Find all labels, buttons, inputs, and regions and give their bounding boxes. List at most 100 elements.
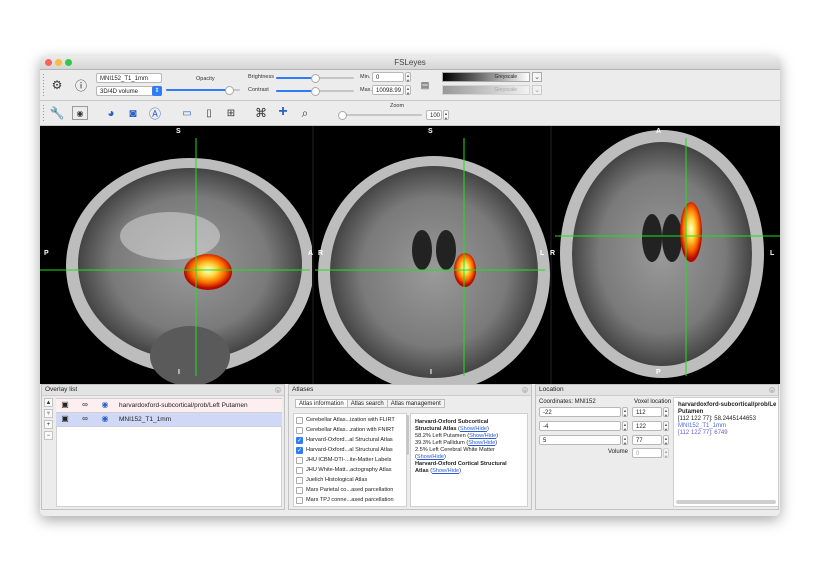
- world-x-stepper[interactable]: ▲ ▼: [622, 407, 628, 418]
- info-icon[interactable]: ⓘ: [72, 76, 90, 94]
- ortho-canvas[interactable]: [40, 126, 780, 384]
- grid-layout-icon[interactable]: ⊞: [222, 104, 240, 122]
- horizontal-layout-icon[interactable]: ▭: [178, 104, 196, 122]
- atlas-list-item[interactable]: ✓ Harvard-Oxford...al Structural Atlas: [296, 446, 404, 456]
- min-stepper[interactable]: ▲ ▼: [405, 72, 411, 83]
- volume-stepper[interactable]: ▲ ▼: [663, 448, 669, 459]
- brightness-slider[interactable]: [276, 74, 354, 83]
- tab-atlas-information[interactable]: Atlas information: [295, 399, 348, 408]
- camera-icon[interactable]: ◉: [72, 106, 88, 120]
- visibility-eye-icon[interactable]: ◉: [100, 414, 110, 424]
- world-y-stepper[interactable]: ▲ ▼: [622, 421, 628, 432]
- coronal-view-icon[interactable]: ◙: [124, 104, 142, 122]
- display-type-dropdown-icon[interactable]: ⇕: [152, 86, 162, 96]
- max-stepper[interactable]: ▲ ▼: [405, 85, 411, 96]
- save-icon[interactable]: ▣: [60, 400, 70, 410]
- axial-slice[interactable]: [560, 130, 764, 378]
- contrast-slider[interactable]: [276, 87, 354, 96]
- voxel-z-field[interactable]: 77: [632, 435, 662, 445]
- atlas-list-item[interactable]: JHU White-Matt...actography Atlas: [296, 466, 404, 476]
- atlas-checkbox[interactable]: [296, 477, 303, 484]
- atlas-list-item[interactable]: Mars Parietal co...ased parcellation: [296, 486, 404, 496]
- world-z-field[interactable]: 5: [539, 435, 621, 445]
- atlas-checkbox-checked[interactable]: ✓: [296, 437, 303, 444]
- overlay-name-field[interactable]: MNI152_T1_1mm: [96, 73, 162, 83]
- atlas-checkbox[interactable]: [296, 467, 303, 474]
- atlas-list-item[interactable]: Mars TPJ conne...ased parcellation: [296, 496, 404, 506]
- world-z-stepper[interactable]: ▲ ▼: [622, 435, 628, 446]
- opacity-slider[interactable]: [166, 86, 240, 95]
- move-up-button[interactable]: ▲: [44, 398, 53, 407]
- voxel-y-field[interactable]: 122: [632, 421, 662, 431]
- move-down-button[interactable]: ▼: [44, 409, 53, 418]
- contrast-label: Contrast: [248, 87, 269, 93]
- visibility-eye-icon[interactable]: ◉: [100, 400, 110, 410]
- atlas-list-item[interactable]: Cerebellar Atlas...ization with FLIRT: [296, 416, 404, 426]
- close-atlases-button[interactable]: ×: [522, 387, 528, 393]
- link-icon[interactable]: ∞: [80, 400, 90, 410]
- voxel-z-stepper[interactable]: ▲ ▼: [663, 435, 669, 446]
- ortho-viewer[interactable]: S I P A S I R L A P R L: [40, 126, 780, 384]
- toggle-cursor-icon[interactable]: +: [274, 103, 292, 121]
- toolbar-grip[interactable]: [42, 73, 45, 97]
- overlay-list-item-selected[interactable]: ▣ ∞ ◉ MNI152_T1_1mm: [56, 413, 282, 427]
- invert-range-icon[interactable]: ▤: [416, 76, 434, 94]
- zoom-slider-knob[interactable]: [338, 111, 347, 120]
- show-hide-link[interactable]: Show/Hide: [432, 468, 459, 474]
- link-icon[interactable]: ∞: [80, 414, 90, 424]
- voxel-y-stepper[interactable]: ▲ ▼: [663, 421, 669, 432]
- show-hide-link[interactable]: Show/Hide: [469, 433, 496, 439]
- contrast-slider-knob[interactable]: [311, 87, 320, 96]
- atlas-checkbox[interactable]: [296, 417, 303, 424]
- vertical-layout-icon[interactable]: ▯: [200, 104, 218, 122]
- reset-display-icon[interactable]: ⌘: [252, 104, 270, 122]
- world-y-field[interactable]: -4: [539, 421, 621, 431]
- atlas-list-item[interactable]: Cerebellar Atlas...zation with FNIRT: [296, 426, 404, 436]
- zoom-field[interactable]: 100: [426, 110, 442, 120]
- toolbar-grip[interactable]: [42, 104, 45, 122]
- negative-colormap-select[interactable]: Greyscale: [442, 85, 530, 95]
- volume-field[interactable]: 0: [632, 448, 662, 458]
- zoom-stepper[interactable]: ▲ ▼: [443, 110, 449, 121]
- sagittal-slice[interactable]: [66, 158, 314, 384]
- atlas-checkbox[interactable]: [296, 487, 303, 494]
- add-overlay-button[interactable]: +: [44, 420, 53, 429]
- save-icon[interactable]: ▣: [60, 414, 70, 424]
- atlas-list-item[interactable]: ✓ Harvard-Oxford...al Structural Atlas: [296, 436, 404, 446]
- negative-colormap-dropdown-icon[interactable]: ⌄: [532, 85, 542, 95]
- brightness-slider-knob[interactable]: [311, 74, 320, 83]
- axial-view-icon[interactable]: Ⓐ: [146, 104, 164, 122]
- atlas-label: Juelich Histological Atlas: [306, 477, 368, 483]
- atlas-list-item[interactable]: JHU ICBM-DTI-...ite-Matter Labels: [296, 456, 404, 466]
- colormap-dropdown-icon[interactable]: ⌄: [532, 72, 542, 82]
- show-hide-link[interactable]: Show/Hide: [460, 426, 487, 432]
- voxel-x-field[interactable]: 112: [632, 407, 662, 417]
- atlas-list-item[interactable]: Juelich Histological Atlas: [296, 476, 404, 486]
- atlas-info-title-line: Structural Atlas (Show/Hide): [415, 426, 489, 432]
- show-hide-link[interactable]: Show/Hide: [417, 454, 444, 460]
- atlas-checkbox[interactable]: [296, 427, 303, 434]
- world-x-field[interactable]: -22: [539, 407, 621, 417]
- wrench-icon[interactable]: 🔧: [48, 104, 66, 122]
- location-info-scrollbar[interactable]: [676, 500, 776, 504]
- colormap-select[interactable]: Greyscale: [442, 72, 530, 82]
- zoom-slider[interactable]: [338, 111, 422, 120]
- tab-atlas-management[interactable]: Atlas management: [386, 399, 445, 408]
- atlas-checkbox[interactable]: [296, 457, 303, 464]
- show-hide-link[interactable]: Show/Hide: [468, 440, 495, 446]
- overlay-list-item[interactable]: ▣ ∞ ◉ harvardoxford-subcortical/prob/Lef…: [56, 399, 282, 413]
- gear-icon[interactable]: ⚙: [48, 76, 66, 94]
- max-field[interactable]: 10098.99: [372, 85, 404, 95]
- voxel-x-stepper[interactable]: ▲ ▼: [663, 407, 669, 418]
- remove-overlay-button[interactable]: −: [44, 431, 53, 440]
- atlas-checkbox[interactable]: [296, 497, 303, 504]
- atlas-list-scrollbar[interactable]: [406, 415, 409, 455]
- tab-atlas-search[interactable]: Atlas search: [346, 399, 388, 408]
- close-overlay-list-button[interactable]: ×: [275, 387, 281, 393]
- zoom-icon[interactable]: ⌕: [296, 104, 314, 122]
- atlas-checkbox-checked[interactable]: ✓: [296, 447, 303, 454]
- min-field[interactable]: 0: [372, 72, 404, 82]
- opacity-slider-knob[interactable]: [224, 86, 234, 95]
- sagittal-view-icon[interactable]: ◕: [102, 104, 120, 122]
- close-location-button[interactable]: ×: [769, 387, 775, 393]
